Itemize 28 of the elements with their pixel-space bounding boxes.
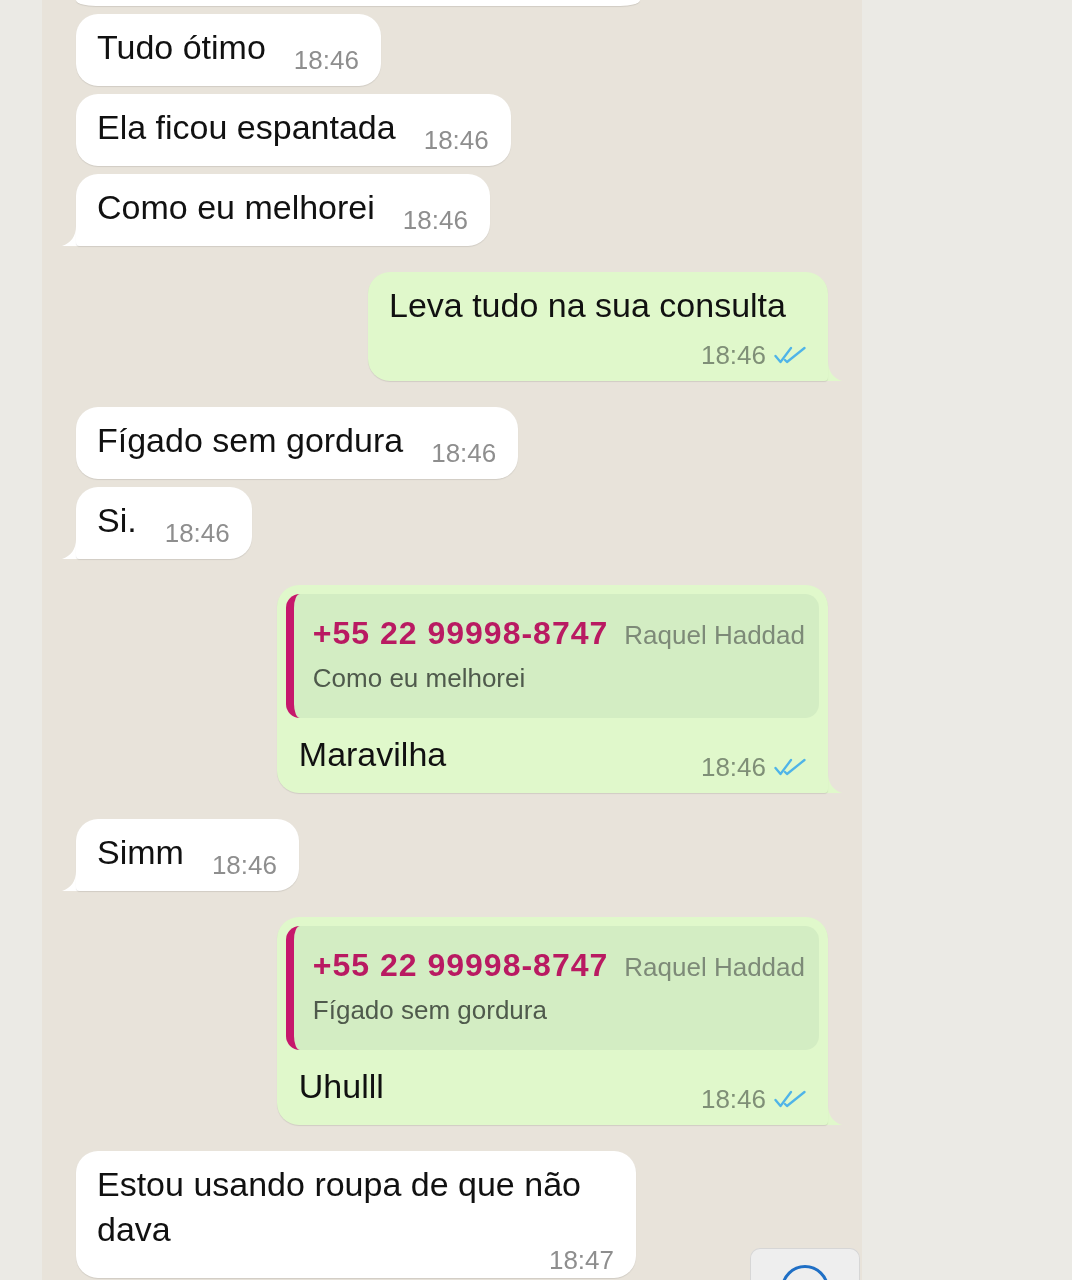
message-time: 18:46 <box>293 50 359 70</box>
message-text: Simm <box>97 833 184 871</box>
message-text: Tudo ótimo <box>97 28 266 66</box>
message-text: Estou usando roupa de que não dava <box>97 1165 581 1248</box>
quote-text: Como eu melhorei <box>312 662 527 694</box>
quote-sender: +55 22 99998-8747 <box>312 947 609 983</box>
quote-sender: +55 22 99998-8747 <box>312 615 609 651</box>
message-time: 18:46 <box>700 1089 766 1109</box>
ring-icon <box>781 1265 829 1280</box>
message-text: Ela ficou espantada <box>97 108 396 146</box>
message-text: Uhulll <box>298 1067 384 1105</box>
message-time: 18:47 <box>548 1250 614 1270</box>
message-text: Maravilha <box>298 735 447 773</box>
message-text: Como eu melhorei <box>97 188 375 226</box>
message-text: Leva tudo na sua consulta <box>389 286 786 324</box>
message-time: 18:46 <box>164 523 230 543</box>
quote-text: Fígado sem gordura <box>312 994 548 1026</box>
message-time: 18:46 <box>431 443 497 463</box>
message-time: 18:46 <box>211 855 277 875</box>
message-time: 18:46 <box>423 130 489 150</box>
floating-button[interactable] <box>750 1248 860 1280</box>
message-text: Si. <box>97 501 137 539</box>
message-text: Fígado sem gordura <box>97 421 404 459</box>
quote-sender-name: Raquel Haddad <box>624 951 805 984</box>
message-time: 18:46 <box>402 210 468 230</box>
message-time: 18:46 <box>700 757 766 777</box>
quote-sender-name: Raquel Haddad <box>624 619 805 652</box>
message-time: 18:46 <box>700 345 766 365</box>
